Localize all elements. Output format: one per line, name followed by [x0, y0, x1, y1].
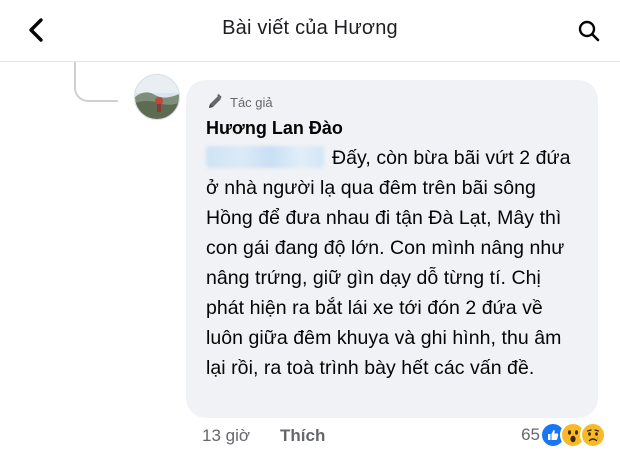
- sad-icon: [580, 422, 606, 448]
- search-icon: [578, 20, 600, 42]
- blurred-mention[interactable]: [206, 146, 324, 168]
- pencil-icon: [209, 93, 222, 108]
- page-title: Bài viết của Hương: [222, 17, 398, 39]
- reaction-count: 65: [521, 425, 540, 444]
- comment-body: Đấy, còn bừa bãi vứt 2 đứa ở nhà người l…: [206, 147, 571, 379]
- comment-actions: 13 giờ Thích: [202, 426, 325, 446]
- comment-timestamp[interactable]: 13 giờ: [202, 426, 250, 446]
- top-bar: Bài viết của Hương: [0, 0, 620, 62]
- comment-text: Đấy, còn bừa bãi vứt 2 đứa ở nhà người l…: [206, 143, 582, 383]
- like-button[interactable]: Thích: [280, 426, 325, 446]
- comment-author-name[interactable]: Hương Lan Đào: [206, 117, 582, 139]
- avatar[interactable]: [134, 74, 180, 120]
- comment-bubble: Tác giả Hương Lan Đào Đấy, còn bừa bãi v…: [186, 80, 598, 418]
- author-badge-label: Tác giả: [230, 94, 273, 110]
- thread-connector: [74, 62, 118, 102]
- author-badge: Tác giả: [206, 92, 582, 112]
- reaction-summary[interactable]: 65: [521, 422, 606, 448]
- search-button[interactable]: [572, 14, 606, 48]
- profile-photo: [135, 75, 179, 119]
